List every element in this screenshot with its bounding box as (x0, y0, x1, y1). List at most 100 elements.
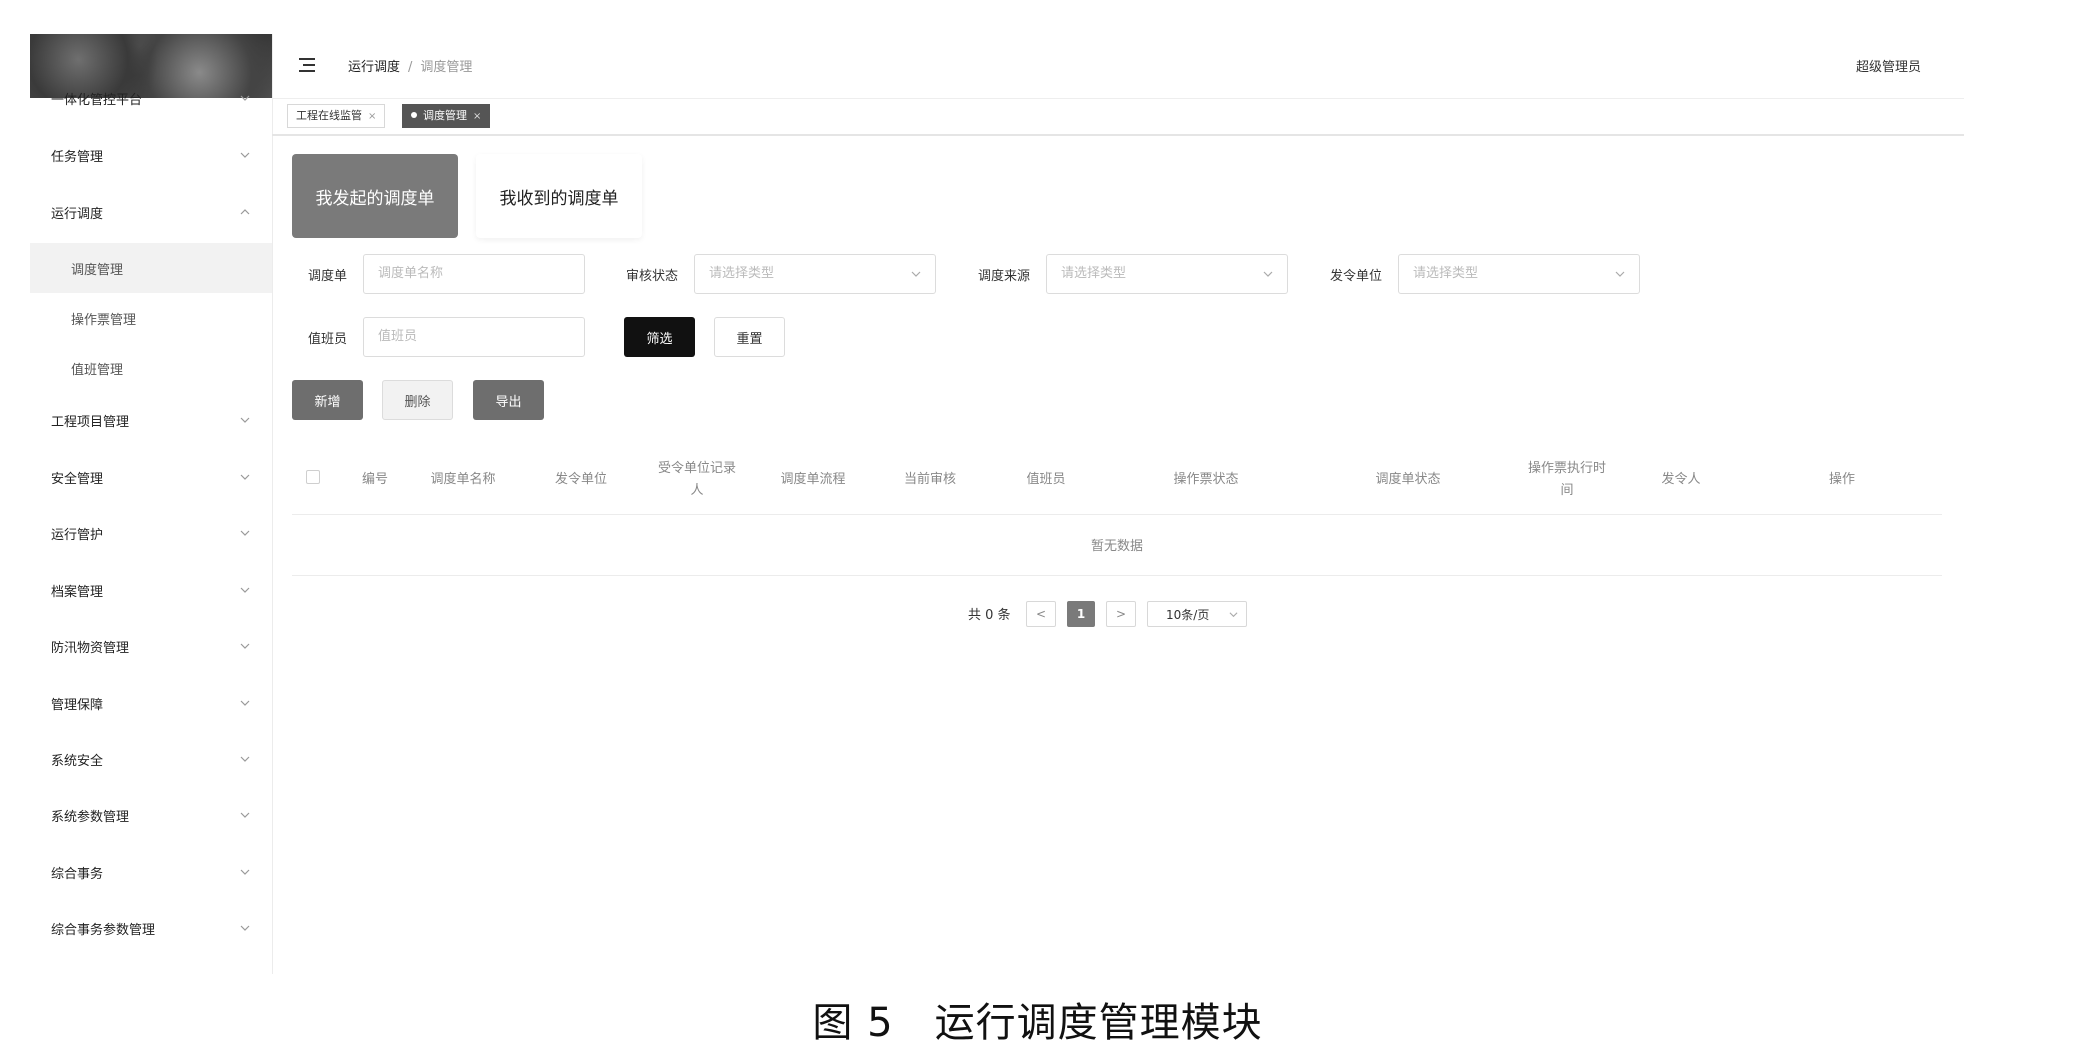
sidebar-item[interactable]: 管理保障 (30, 678, 272, 728)
figure-caption: 图 5 运行调度管理模块 (812, 1000, 1263, 1046)
prev-page-button[interactable]: < (1026, 601, 1056, 627)
sidebar-item-label: 运行调度 (51, 207, 104, 222)
sidebar-item[interactable]: 运行管护 (30, 508, 272, 558)
active-dot-icon (411, 112, 417, 118)
breadcrumb: 运行调度 / 调度管理 (348, 56, 472, 75)
select-placeholder: 请选择类型 (1413, 266, 1479, 281)
next-page-button[interactable]: > (1106, 601, 1136, 627)
chevron-down-icon (240, 756, 250, 762)
sidebar-item[interactable]: 系统参数管理 (30, 790, 272, 840)
column-header-line: 值班员 (1026, 472, 1066, 487)
chevron-up-icon (240, 209, 250, 215)
chevron-down-icon (240, 587, 250, 593)
sidebar-item[interactable]: 操作票管理 (30, 293, 272, 343)
tags-view-bar: 工程在线监管 × 调度管理 × (272, 98, 1964, 136)
sidebar-item-label: 综合事务参数管理 (51, 923, 156, 938)
sidebar-item-label: 一体化管控平台 (51, 93, 143, 108)
close-icon[interactable]: × (368, 111, 376, 122)
chevron-down-icon (911, 271, 921, 277)
tab-engineering-monitor[interactable]: 工程在线监管 × (287, 104, 386, 128)
filter-button[interactable]: 筛选 (624, 317, 695, 357)
column-header: 操作票状态 (1173, 469, 1238, 491)
sidebar-item[interactable]: 值班管理 (30, 343, 272, 393)
sidebar-item[interactable]: 安全管理 (30, 452, 272, 502)
reset-button[interactable]: 重置 (714, 317, 785, 357)
breadcrumb-separator: / (408, 60, 413, 75)
chevron-down-icon (240, 812, 250, 818)
tab-dispatch-management[interactable]: 调度管理 × (402, 104, 491, 128)
export-button[interactable]: 导出 (473, 380, 544, 420)
tab-label: 调度管理 (423, 109, 467, 122)
column-header-line: 当前审核 (903, 472, 957, 487)
sidebar-item-label: 系统安全 (51, 754, 104, 769)
user-name[interactable]: 超级管理员 (1856, 56, 1921, 75)
menu-toggle-icon[interactable] (299, 58, 315, 72)
chevron-down-icon (240, 530, 250, 536)
breadcrumb-current: 调度管理 (420, 60, 473, 75)
add-button[interactable]: 新增 (292, 380, 363, 420)
sidebar-item[interactable]: 档案管理 (30, 565, 272, 615)
sidebar-item-label: 防汛物资管理 (51, 641, 130, 656)
sidebar-item-label: 管理保障 (51, 698, 104, 713)
column-header: 受令单位记录人 (658, 458, 736, 502)
sidebar: 一体化管控平台任务管理运行调度调度管理操作票管理值班管理工程项目管理 安全管理运行… (30, 34, 273, 974)
sidebar-item[interactable]: 运行调度 (30, 187, 272, 237)
page-size-select[interactable]: 10条/页 (1147, 601, 1247, 627)
column-header: 编号 (362, 469, 388, 491)
dispatch-source-select[interactable]: 请选择类型 (1046, 254, 1288, 294)
page-1-button[interactable]: 1 (1067, 601, 1095, 627)
sidebar-item-label: 值班管理 (71, 363, 124, 378)
dispatch-source-label: 调度来源 (978, 269, 1031, 284)
chevron-down-icon (240, 152, 250, 158)
pagination-total: 共 0 条 (968, 608, 1011, 623)
column-header-line: 调度单名称 (430, 472, 496, 487)
column-header: 操作票执行时间 (1528, 458, 1606, 502)
column-header-line: 调度单状态 (1375, 472, 1441, 487)
close-icon[interactable]: × (473, 111, 481, 122)
column-header-line: 编号 (361, 472, 389, 487)
duty-officer-label: 值班员 (308, 332, 348, 347)
issuing-unit-label: 发令单位 (1330, 269, 1383, 284)
sidebar-item-label: 操作票管理 (71, 313, 137, 328)
audit-status-select[interactable]: 请选择类型 (694, 254, 936, 294)
segment-received-orders[interactable]: 我收到的调度单 (476, 154, 642, 238)
column-header: 调度单状态 (1375, 469, 1440, 491)
sidebar-item[interactable]: 一体化管控平台 (30, 73, 272, 123)
sidebar-item[interactable]: 综合事务参数管理 (30, 903, 272, 953)
sidebar-item-label: 工程项目管理 (51, 415, 130, 430)
column-header-line: 发令人 (1661, 472, 1701, 487)
sidebar-item-label: 安全管理 (51, 472, 104, 487)
column-header-line: 操作 (1828, 472, 1856, 487)
sidebar-item[interactable]: 防汛物资管理 (30, 621, 272, 671)
segment-sent-orders[interactable]: 我发起的调度单 (292, 154, 458, 238)
chevron-down-icon (240, 95, 250, 101)
delete-button[interactable]: 删除 (382, 380, 453, 420)
sidebar-item[interactable]: 系统安全 (30, 734, 272, 784)
duty-officer-input[interactable]: 值班员 (363, 317, 585, 357)
chevron-down-icon (1229, 612, 1238, 618)
sidebar-item[interactable]: 调度管理 (30, 243, 272, 293)
tab-label: 工程在线监管 (296, 109, 362, 122)
chevron-down-icon (240, 925, 250, 931)
order-name-input[interactable]: 调度单名称 (363, 254, 585, 294)
sidebar-item[interactable]: 综合事务 (30, 847, 272, 897)
table-empty-row: 暂无数据 (292, 515, 1942, 576)
column-header: 值班员 (1026, 469, 1065, 491)
issuing-unit-select[interactable]: 请选择类型 (1398, 254, 1640, 294)
sidebar-item-label: 综合事务 (51, 867, 104, 882)
chevron-down-icon (240, 643, 250, 649)
select-all-checkbox[interactable] (306, 470, 320, 484)
sidebar-item[interactable]: 工程项目管理 (30, 395, 272, 445)
chevron-right-icon: > (1115, 607, 1127, 621)
column-header-line: 操作票执行时 (1527, 461, 1607, 476)
column-header-line: 间 (1560, 483, 1574, 498)
order-label: 调度单 (308, 269, 348, 284)
column-header: 调度单名称 (430, 469, 495, 491)
column-header-line: 人 (690, 483, 704, 498)
audit-status-label: 审核状态 (626, 269, 679, 284)
breadcrumb-parent[interactable]: 运行调度 (348, 60, 400, 75)
top-header: 运行调度 / 调度管理 超级管理员 (272, 34, 1964, 99)
chevron-down-icon (1263, 271, 1273, 277)
sidebar-item[interactable]: 任务管理 (30, 130, 272, 180)
select-placeholder: 请选择类型 (709, 266, 775, 281)
